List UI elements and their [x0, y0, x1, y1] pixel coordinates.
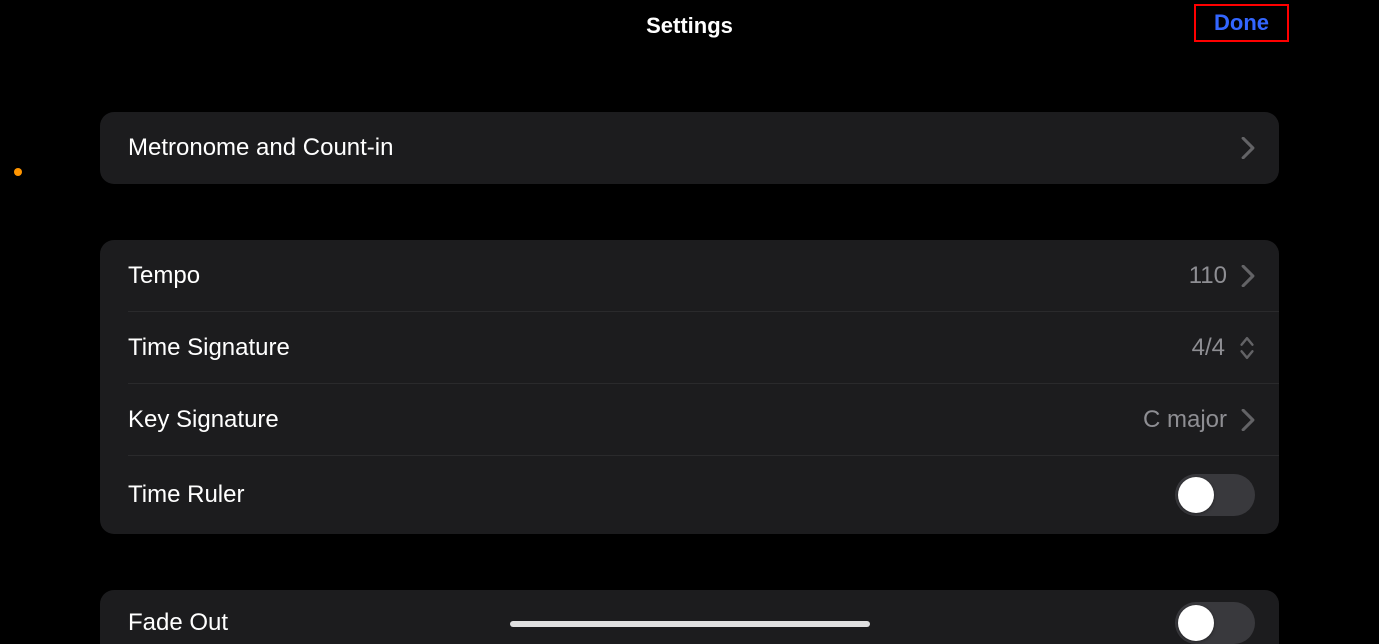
tempo-label: Tempo — [128, 262, 200, 290]
page-title: Settings — [646, 13, 733, 39]
key-signature-value: C major — [1143, 406, 1227, 434]
recording-indicator-dot — [14, 168, 22, 176]
chevron-right-icon — [1241, 137, 1255, 159]
row-time-signature[interactable]: Time Signature 4/4 — [100, 312, 1279, 384]
metronome-label: Metronome and Count-in — [128, 134, 393, 162]
settings-content: Metronome and Count-in Tempo 110 Time Si… — [0, 52, 1379, 644]
group-song-settings: Tempo 110 Time Signature 4/4 — [100, 240, 1279, 534]
row-key-signature[interactable]: Key Signature C major — [100, 384, 1279, 456]
toggle-knob — [1178, 477, 1214, 513]
done-button[interactable]: Done — [1194, 4, 1289, 42]
group-fade: Fade Out — [100, 590, 1279, 644]
chevron-right-icon — [1241, 265, 1255, 287]
header: Settings Done — [0, 0, 1379, 52]
time-signature-value: 4/4 — [1192, 334, 1225, 362]
toggle-knob — [1178, 605, 1214, 641]
stepper-updown-icon — [1239, 336, 1255, 360]
key-signature-label: Key Signature — [128, 406, 279, 434]
row-fade-out: Fade Out — [100, 590, 1279, 644]
row-tempo[interactable]: Tempo 110 — [100, 240, 1279, 312]
row-metronome-countin[interactable]: Metronome and Count-in — [100, 112, 1279, 184]
row-time-ruler: Time Ruler — [100, 456, 1279, 534]
time-signature-label: Time Signature — [128, 334, 290, 362]
home-indicator[interactable] — [510, 621, 870, 627]
tempo-value: 110 — [1189, 262, 1227, 290]
time-ruler-toggle[interactable] — [1175, 474, 1255, 516]
time-ruler-label: Time Ruler — [128, 481, 244, 509]
group-metronome: Metronome and Count-in — [100, 112, 1279, 184]
fade-out-label: Fade Out — [128, 609, 228, 637]
fade-out-toggle[interactable] — [1175, 602, 1255, 644]
chevron-right-icon — [1241, 409, 1255, 431]
